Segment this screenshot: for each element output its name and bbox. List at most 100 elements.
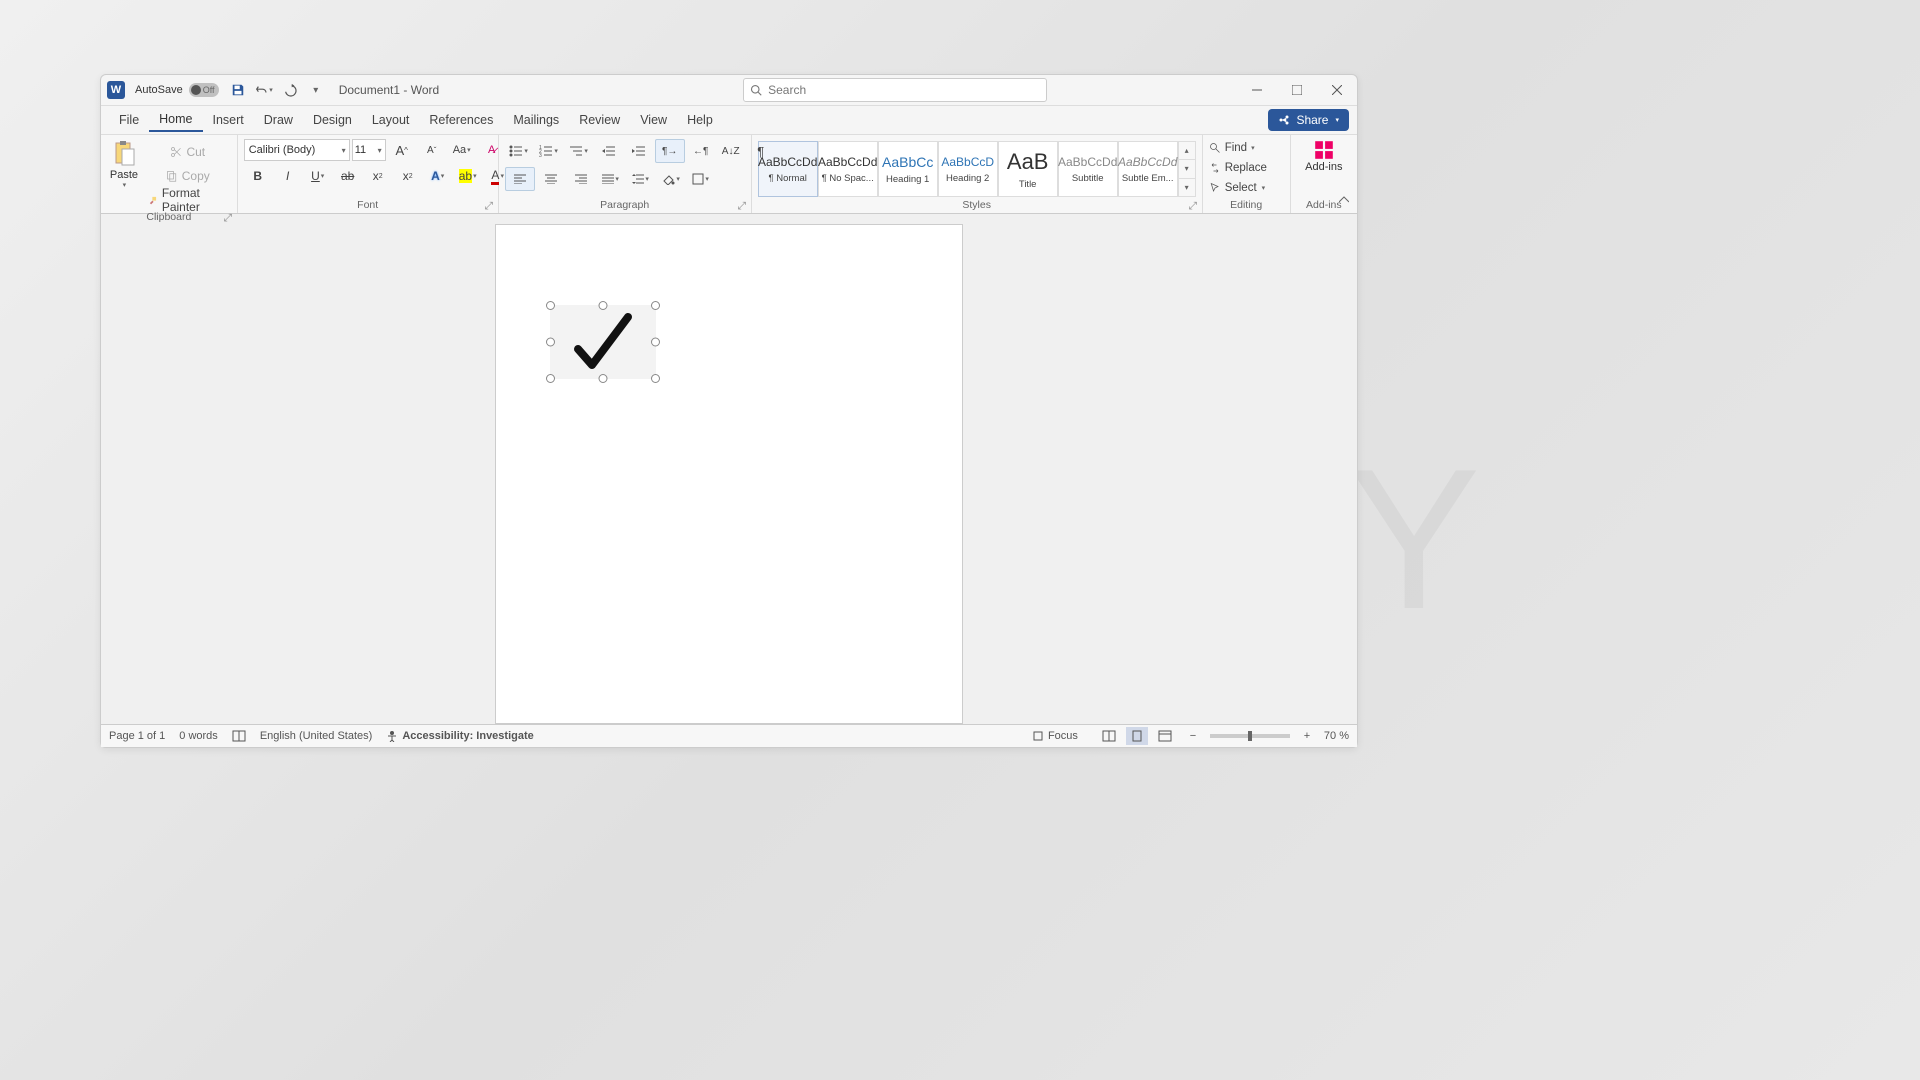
read-mode-button[interactable]	[1098, 727, 1120, 745]
align-center-button[interactable]	[537, 168, 565, 190]
status-spellcheck[interactable]	[232, 730, 246, 742]
style-no-spacing[interactable]: AaBbCcDd¶ No Spac...	[818, 141, 878, 197]
sort-button[interactable]: A↓Z	[717, 140, 745, 162]
clipboard-launcher[interactable]: ⤢	[223, 213, 233, 223]
bold-button[interactable]: B	[244, 165, 272, 187]
inserted-picture[interactable]	[550, 305, 656, 379]
line-spacing-button[interactable]: ▾	[627, 168, 655, 190]
minimize-button[interactable]	[1237, 75, 1277, 105]
tab-file[interactable]: File	[109, 109, 149, 131]
style-heading-2[interactable]: AaBbCcDHeading 2	[938, 141, 998, 197]
tab-view[interactable]: View	[630, 109, 677, 131]
maximize-button[interactable]	[1277, 75, 1317, 105]
clear-formatting-button[interactable]: A̷	[478, 139, 506, 161]
shrink-font-button[interactable]: Aˇ	[418, 139, 446, 161]
status-word-count[interactable]: 0 words	[179, 730, 218, 742]
font-launcher[interactable]: ⤢	[484, 201, 494, 211]
highlight-button[interactable]: ab▾	[454, 165, 482, 187]
tab-references[interactable]: References	[419, 109, 503, 131]
text-effects-button[interactable]: A▾	[424, 165, 452, 187]
document-area[interactable]	[101, 214, 1357, 724]
resize-handle-l[interactable]	[546, 338, 555, 347]
page-1[interactable]	[495, 224, 963, 724]
decrease-indent-button[interactable]	[595, 140, 623, 162]
autosave-group[interactable]: AutoSave Off	[135, 83, 219, 97]
shading-button[interactable]: ▾	[657, 168, 685, 190]
resize-handle-bl[interactable]	[546, 374, 555, 383]
justify-button[interactable]: ▾	[597, 168, 625, 190]
style-title[interactable]: AaBTitle	[998, 141, 1058, 197]
replace-button[interactable]: Replace	[1209, 159, 1267, 177]
share-button[interactable]: Share▾	[1268, 109, 1349, 131]
tab-home[interactable]: Home	[149, 108, 202, 132]
save-button[interactable]	[229, 81, 247, 99]
underline-button[interactable]: U▾	[304, 165, 332, 187]
paste-button[interactable]: Paste ▾	[107, 139, 141, 189]
zoom-in-button[interactable]: +	[1296, 727, 1318, 745]
zoom-level[interactable]: 70 %	[1324, 730, 1349, 742]
tab-design[interactable]: Design	[303, 109, 362, 131]
select-button[interactable]: Select▾	[1209, 179, 1265, 197]
numbering-button[interactable]: 123▾	[535, 140, 563, 162]
customize-qat[interactable]: ▾	[307, 81, 325, 99]
styles-gallery-more[interactable]: ▴▾▾	[1178, 141, 1196, 197]
style-subtitle[interactable]: AaBbCcDdSubtitle	[1058, 141, 1118, 197]
styles-launcher[interactable]: ⤢	[1188, 201, 1198, 211]
borders-button[interactable]: ▾	[687, 168, 715, 190]
bullets-button[interactable]: ▾	[505, 140, 533, 162]
resize-handle-tr[interactable]	[651, 301, 660, 310]
autosave-toggle[interactable]: Off	[189, 83, 219, 97]
align-left-button[interactable]	[505, 167, 535, 191]
tab-layout[interactable]: Layout	[362, 109, 420, 131]
style-subtle-emphasis[interactable]: AaBbCcDdSubtle Em...	[1118, 141, 1178, 197]
status-accessibility[interactable]: Accessibility: Investigate	[386, 730, 533, 742]
cut-button[interactable]: Cut	[145, 141, 231, 163]
styles-gallery[interactable]: AaBbCcDd¶ Normal AaBbCcDd¶ No Spac... Aa…	[758, 141, 1196, 197]
tab-insert[interactable]: Insert	[203, 109, 254, 131]
change-case-button[interactable]: Aa▾	[448, 139, 476, 161]
ribbon-tabs: File Home Insert Draw Design Layout Refe…	[101, 106, 1357, 135]
resize-handle-tl[interactable]	[546, 301, 555, 310]
resize-handle-br[interactable]	[651, 374, 660, 383]
tab-help[interactable]: Help	[677, 109, 723, 131]
tab-mailings[interactable]: Mailings	[503, 109, 569, 131]
share-icon	[1278, 114, 1290, 126]
find-button[interactable]: Find▾	[1209, 139, 1255, 157]
zoom-out-button[interactable]: −	[1182, 727, 1204, 745]
superscript-button[interactable]: x2	[394, 165, 422, 187]
redo-button[interactable]	[281, 81, 299, 99]
status-language[interactable]: English (United States)	[260, 730, 373, 742]
search-box[interactable]: Search	[743, 78, 1047, 102]
resize-handle-r[interactable]	[651, 338, 660, 347]
show-paragraph-marks-button[interactable]: ¶	[747, 140, 775, 162]
paragraph-launcher[interactable]: ⤢	[737, 201, 747, 211]
addins-button[interactable]: Add-ins	[1300, 139, 1348, 173]
print-layout-button[interactable]	[1126, 727, 1148, 745]
rtl-direction-button[interactable]: ←¶	[687, 140, 715, 162]
resize-handle-b[interactable]	[599, 374, 608, 383]
format-painter-button[interactable]: Format Painter	[145, 189, 231, 211]
undo-button[interactable]: ▾	[255, 81, 273, 99]
collapse-ribbon-button[interactable]	[1335, 191, 1353, 209]
clipboard-icon	[112, 139, 136, 167]
font-size-select[interactable]: 11▾	[352, 139, 386, 161]
grow-font-button[interactable]: A^	[388, 139, 416, 161]
ltr-direction-button[interactable]: ¶→	[655, 139, 685, 163]
increase-indent-button[interactable]	[625, 140, 653, 162]
web-layout-button[interactable]	[1154, 727, 1176, 745]
italic-button[interactable]: I	[274, 165, 302, 187]
status-page[interactable]: Page 1 of 1	[109, 730, 165, 742]
multilevel-list-button[interactable]: ▾	[565, 140, 593, 162]
resize-handle-t[interactable]	[599, 301, 608, 310]
tab-review[interactable]: Review	[569, 109, 630, 131]
subscript-button[interactable]: x2	[364, 165, 392, 187]
tab-draw[interactable]: Draw	[254, 109, 303, 131]
focus-mode-button[interactable]: Focus	[1032, 730, 1078, 742]
close-button[interactable]	[1317, 75, 1357, 105]
align-right-button[interactable]	[567, 168, 595, 190]
copy-button[interactable]: Copy	[145, 165, 231, 187]
strikethrough-button[interactable]: ab	[334, 165, 362, 187]
font-name-select[interactable]: Calibri (Body)▾	[244, 139, 350, 161]
zoom-slider[interactable]	[1210, 734, 1290, 738]
style-heading-1[interactable]: AaBbCcHeading 1	[878, 141, 938, 197]
